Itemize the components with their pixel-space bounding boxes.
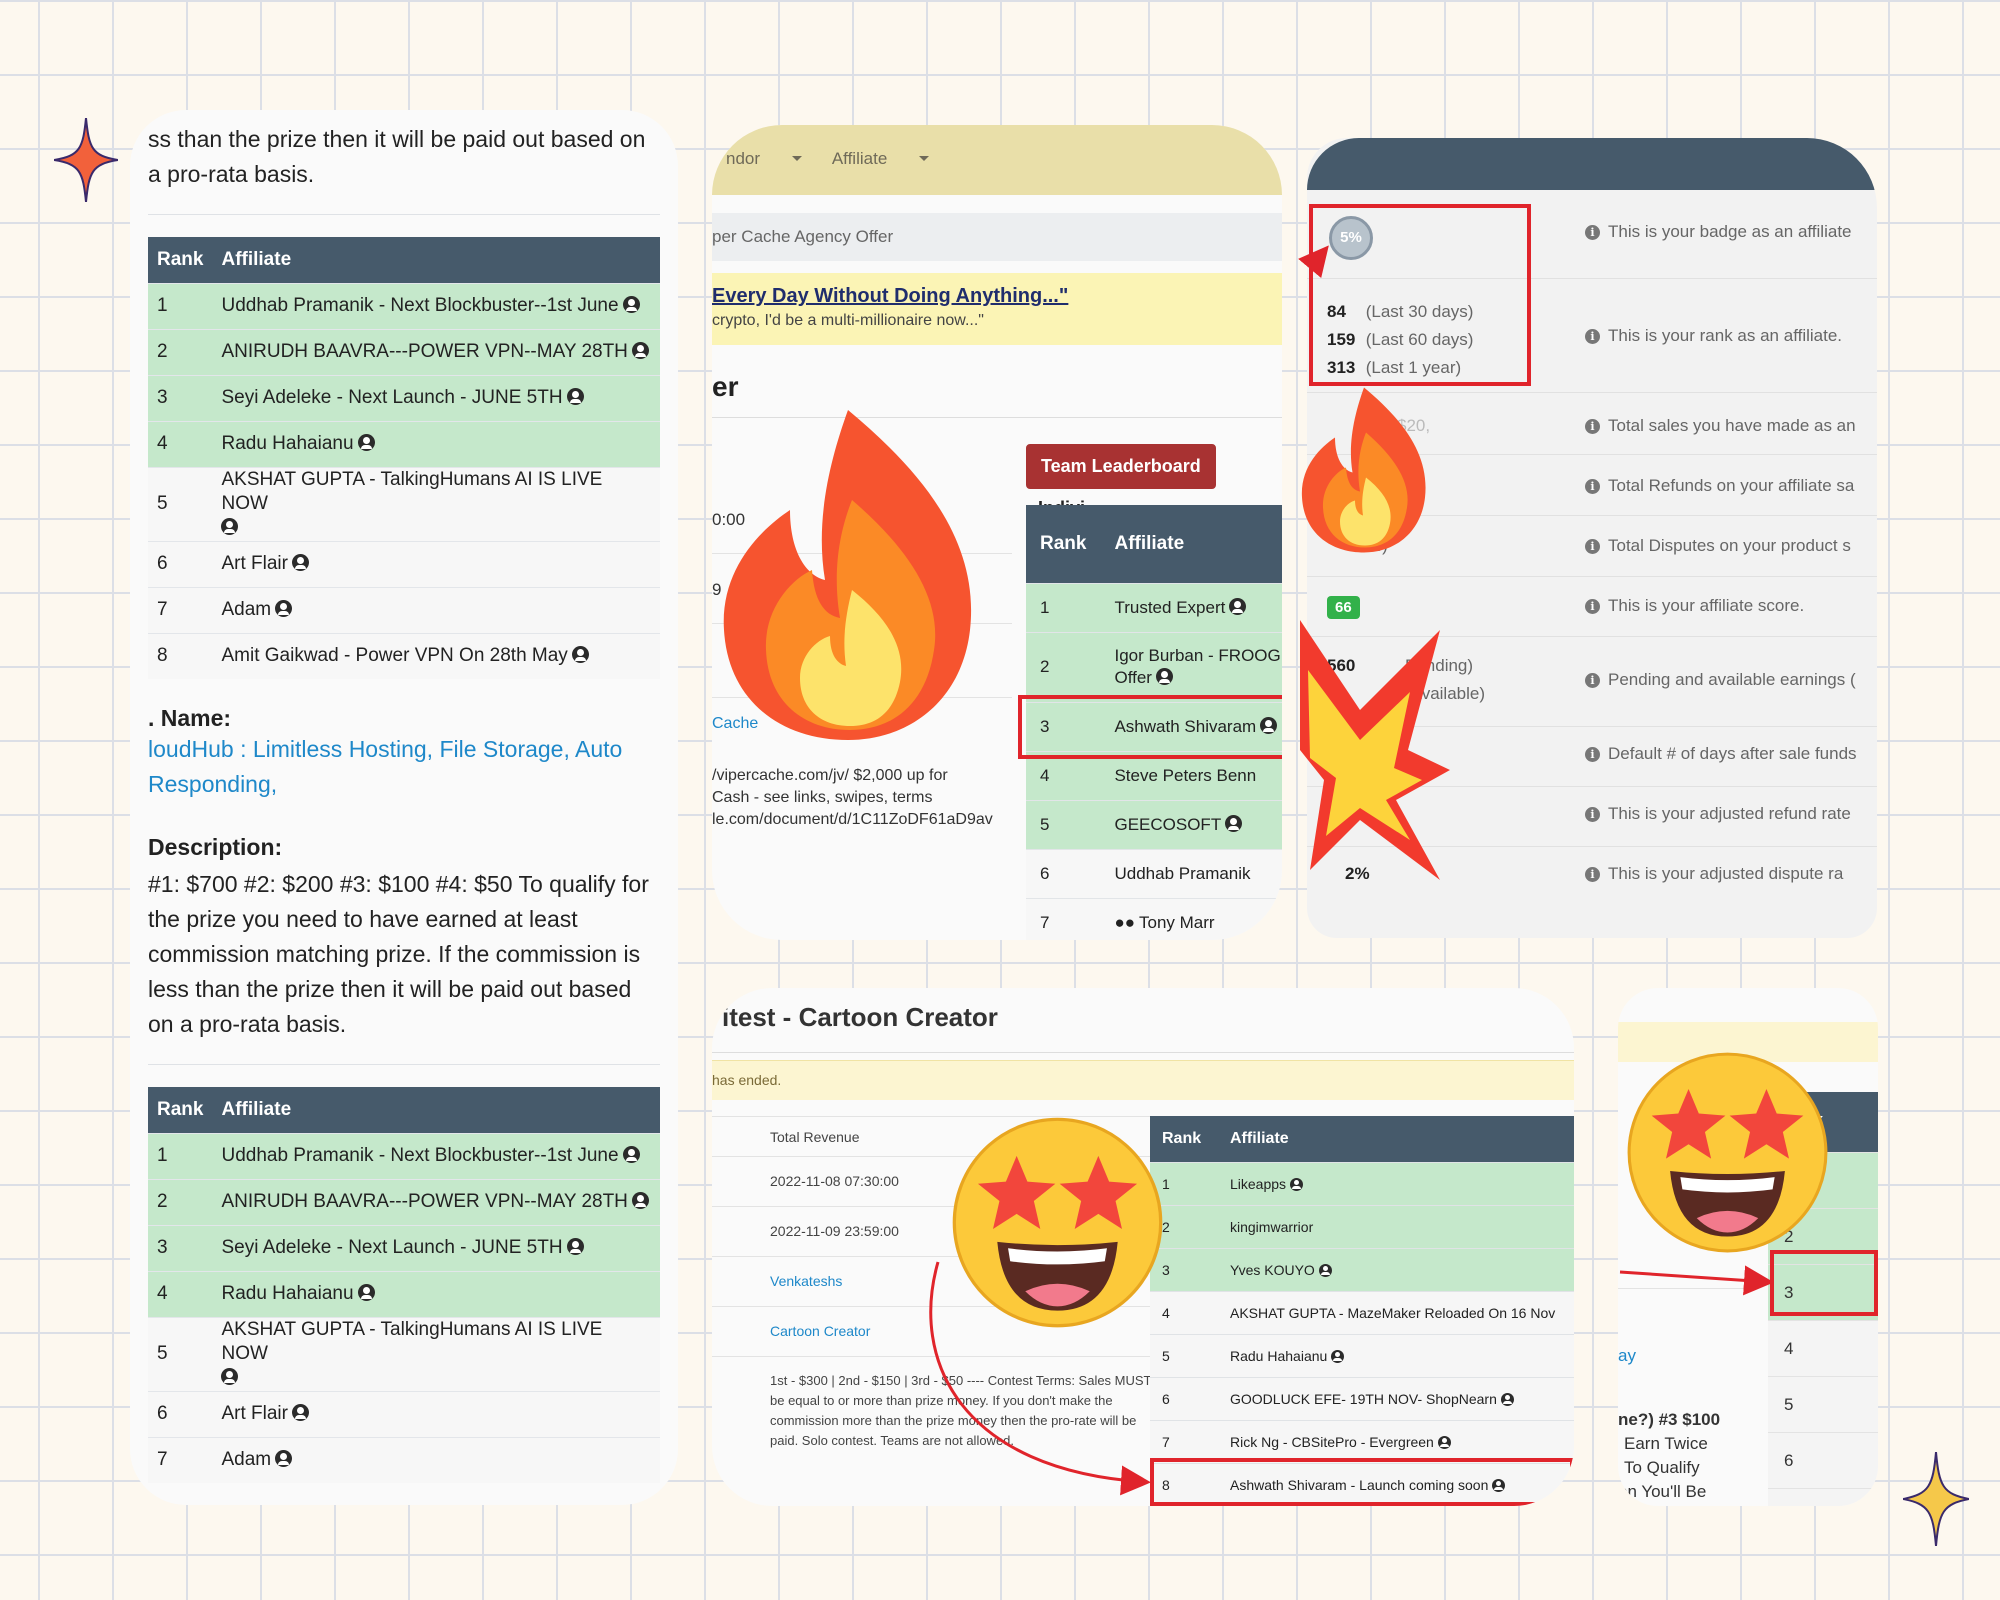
fire-emoji-icon bbox=[723, 410, 972, 740]
star-struck-emoji-icon bbox=[952, 1117, 1163, 1328]
collision-emoji-icon bbox=[1300, 620, 1450, 880]
fire-emoji-icon bbox=[1301, 387, 1426, 553]
arrow-to-badge bbox=[1298, 245, 1329, 279]
annotation-arrows bbox=[929, 245, 1774, 1496]
arrow-to-rank-3 bbox=[1619, 1265, 1774, 1296]
star-struck-emoji-icon bbox=[1627, 1052, 1828, 1253]
